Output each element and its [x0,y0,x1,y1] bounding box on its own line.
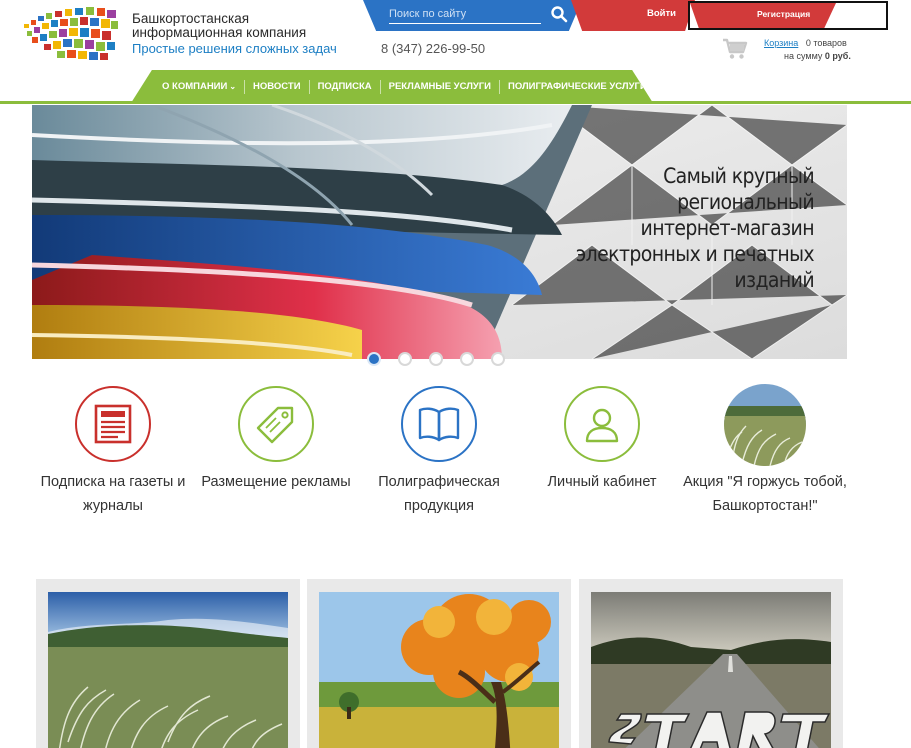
news-card-2[interactable] [307,579,571,748]
main-nav: О КОМПАНИИ ⌄ НОВОСТИ ПОДПИСКА РЕКЛАМНЫЕ У… [131,70,653,103]
service-printing[interactable]: Полиграфическая продукция [354,386,524,518]
price-tag-icon [256,406,294,444]
service-label: Полиграфическая продукция [378,474,500,514]
nav-item-label: ПОЛИГРАФИЧЕСКИЕ УСЛУГИ [508,80,647,92]
newspaper-icon [94,404,132,444]
slider-dot-5[interactable] [491,352,505,366]
search-input[interactable] [389,4,541,24]
nav-item-label: ПОМОЩЬ [663,80,710,92]
search-icon[interactable] [550,5,568,23]
logo-title-line1: Башкортостанская [132,11,250,26]
service-label: Подписка на газеты и журналы [40,474,186,514]
hero-line: изданий [734,268,814,292]
news-card-1[interactable] [36,579,300,748]
nav-item-about[interactable]: О КОМПАНИИ ⌄ [162,79,246,94]
service-circle [401,386,477,462]
login-link[interactable]: Войти [647,8,676,19]
service-promo[interactable]: Акция "Я горжусь тобой, Башкортостан!" [680,384,850,518]
slider-dot-4[interactable] [460,352,474,366]
card-image-autumn-tree [319,592,559,748]
service-label: Акция "Я горжусь тобой, Башкортостан!" [683,474,847,514]
hero-line: региональный [677,190,814,214]
logo-mosaic-icon[interactable] [22,6,120,62]
nav-item-advertising[interactable]: РЕКЛАМНЫЕ УСЛУГИ [381,79,500,94]
service-circle [75,386,151,462]
nav-item-label: РЕКЛАМНЫЕ УСЛУГИ [388,80,491,92]
slider-dot-1[interactable] [367,352,381,366]
slider-dot-3[interactable] [429,352,443,366]
hero-line: интернет-магазин [640,216,815,240]
nav-item-news[interactable]: НОВОСТИ [245,79,310,94]
user-icon [585,408,619,443]
cart-sum-value: 0 руб. [824,51,851,61]
hero-line: Самый крупный [663,164,815,188]
shopping-cart-icon[interactable] [722,38,748,60]
nav-item-printing[interactable]: ПОЛИГРАФИЧЕСКИЕ УСЛУГИ [500,80,653,94]
nav-item-help[interactable]: ПОМОЩЬ ⌄ [656,80,727,94]
nav-item-label: НОВОСТИ [253,80,301,92]
service-circle [238,386,314,462]
slider-dots [367,352,522,366]
slider-dot-2[interactable] [398,352,412,366]
service-subscription[interactable]: Подписка на газеты и журналы [28,386,198,518]
logo-title-line2: информационная компания [132,25,307,40]
service-account[interactable]: Личный кабинет [517,386,687,494]
nav-item-label: О КОМПАНИИ [162,80,228,92]
hero-headline: Самый крупный региональный интернет-мага… [494,163,815,293]
cart-summary: Корзина 0 товаров на сумму 0 руб. [764,37,851,63]
login-bar [571,0,695,31]
cart-count: 0 товаров [805,38,847,48]
register-link[interactable]: Регистрация [757,9,810,19]
hero-line: электронных и печатных [575,242,815,266]
card-image-meadow [48,592,288,748]
cart-link[interactable]: Корзина [764,38,798,48]
meadow-photo [724,384,806,466]
service-advertising[interactable]: Размещение рекламы [191,386,361,494]
chevron-down-icon: ⌄ [229,81,237,91]
service-label: Личный кабинет [547,474,657,490]
cart-sum-prefix: на сумму [784,51,823,61]
hero-slider[interactable]: Самый крупный региональный интернет-мага… [32,105,847,359]
service-circle [564,386,640,462]
nav-item-label: ПОДПИСКА [317,80,372,92]
logo-text[interactable]: Башкортостанская информационная компания… [132,12,337,57]
chevron-down-icon: ⌄ [711,81,719,91]
open-book-icon [418,407,460,442]
news-card-3[interactable] [579,579,843,748]
logo-tagline: Простые решения сложных задач [132,41,337,56]
phone-number: 8 (347) 226-99-50 [381,41,486,56]
card-image-road-start [591,592,831,748]
nav-item-subscription[interactable]: ПОДПИСКА [310,79,381,94]
service-label: Размещение рекламы [201,474,351,490]
